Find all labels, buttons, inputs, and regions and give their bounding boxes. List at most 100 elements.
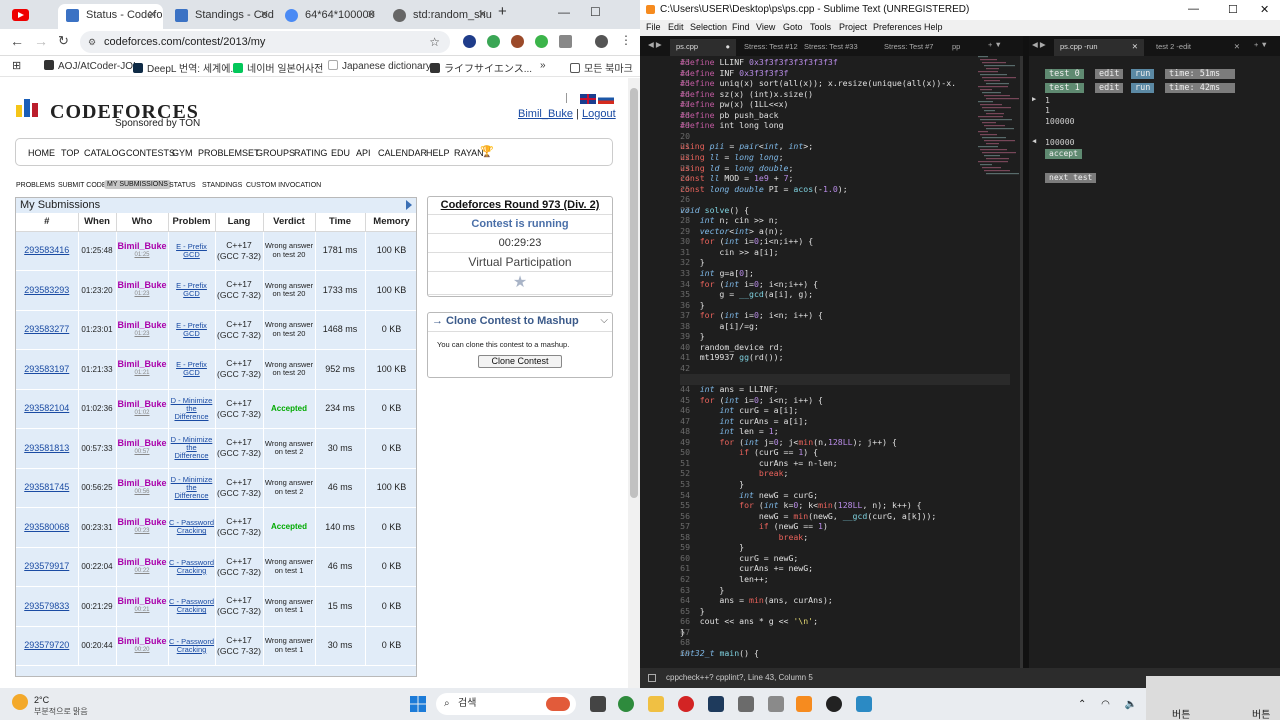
media-player-icon[interactable] <box>678 696 694 712</box>
column-header[interactable]: Problem <box>168 213 216 232</box>
menu-preferences[interactable]: Preferences <box>873 22 922 32</box>
menu-problemset[interactable]: PROBLEMSET <box>198 148 260 158</box>
menu-contests[interactable]: CONTESTS <box>126 148 175 158</box>
author-handle[interactable]: Bimil_Buke <box>117 557 166 567</box>
menu-project[interactable]: Project <box>839 22 867 32</box>
submission-id-link[interactable]: 293580068 <box>16 507 79 548</box>
menu-view[interactable]: View <box>756 22 775 32</box>
contest-title-link[interactable]: Codeforces Round 973 (Div. 2) <box>428 197 612 215</box>
bookmark-item[interactable]: Japanese dictionary... <box>328 60 439 72</box>
menu-file[interactable]: File <box>646 22 661 32</box>
reload-icon[interactable]: ↻ <box>58 33 69 49</box>
logout-link[interactable]: Logout <box>582 108 616 120</box>
author-handle[interactable]: Bimil_Buke <box>117 517 166 527</box>
app-icon[interactable] <box>738 696 754 712</box>
close-tab-icon[interactable]: ✕ <box>148 4 157 26</box>
problem-link[interactable]: C - Password Cracking <box>168 586 216 627</box>
wifi-icon[interactable]: ◠ <box>1101 699 1110 710</box>
test-0-edit-button[interactable]: edit <box>1095 69 1124 79</box>
problem-link[interactable]: E - Prefix GCD <box>168 349 216 390</box>
submission-id-link[interactable]: 293583416 <box>16 231 79 271</box>
sublime-taskbar-icon[interactable] <box>796 696 812 712</box>
app-icon[interactable] <box>708 696 724 712</box>
more-menu-icon[interactable]: ⋮ <box>620 33 632 47</box>
menu-home[interactable]: HOME <box>28 148 55 158</box>
close-tab-icon[interactable]: ✕ <box>1132 39 1138 54</box>
column-header[interactable]: Verdict <box>263 213 316 232</box>
submission-author[interactable]: Bimil_Buke 00:21 <box>116 586 169 627</box>
menu-help[interactable]: Help <box>924 22 943 32</box>
test-1-edit-button[interactable]: edit <box>1095 83 1124 93</box>
author-handle[interactable]: Bimil_Buke <box>117 636 166 646</box>
menu-top[interactable]: TOP <box>61 148 79 158</box>
author-handle[interactable]: Bimil_Buke <box>117 280 166 290</box>
code-editor[interactable]: #define LLINF 0x3f3f3f3f3f3f3f3f #define … <box>680 56 1010 668</box>
author-handle[interactable]: Bimil_Buke <box>117 359 166 369</box>
submission-author[interactable]: Bimil_Buke 00:23 <box>116 507 169 548</box>
menu-catalog[interactable]: CATALOG <box>84 148 126 158</box>
add-tab-icon[interactable]: + ▼ <box>988 40 1002 49</box>
tab-scroll-arrows-icon[interactable]: ◀ ▶ <box>648 40 662 49</box>
bookmark-item[interactable]: DeepL 번역: 세계에... <box>133 60 239 75</box>
tab-stress-7[interactable]: Stress: Test #7 <box>878 39 938 56</box>
test-1-label[interactable]: test 1 <box>1045 83 1084 93</box>
close-button[interactable]: ✕ <box>1260 3 1269 16</box>
menu-edit[interactable]: Edit <box>668 22 684 32</box>
next-test-button[interactable]: next test <box>1045 173 1097 183</box>
bookmark-item[interactable]: AOJ/AtCoder-JOI <box>44 60 136 72</box>
submission-author[interactable]: Bimil_Buke 00:57 <box>116 428 169 469</box>
column-header[interactable]: Memory <box>365 213 416 232</box>
close-tab-icon[interactable]: ✕ <box>478 4 487 26</box>
app-icon[interactable] <box>768 696 784 712</box>
tab-scroll-arrows-icon[interactable]: ◀ ▶ <box>1032 40 1046 49</box>
submenu-standings[interactable]: STANDINGS <box>202 182 242 189</box>
tab-test-2-edit[interactable]: test 2 -edit ✕ <box>1150 39 1246 56</box>
submission-author[interactable]: Bimil_Buke 00:56 <box>116 468 169 508</box>
submenu-submit-code[interactable]: SUBMIT CODE <box>58 182 107 189</box>
column-header[interactable]: Lang <box>215 213 264 232</box>
column-header[interactable]: Who <box>116 213 169 232</box>
minimize-button[interactable]: — <box>1188 3 1199 15</box>
user-handle-link[interactable]: Bimil_Buke <box>518 108 573 120</box>
close-tab-icon[interactable]: ✕ <box>260 4 269 26</box>
forward-icon[interactable]: → <box>34 33 48 49</box>
submission-id-link[interactable]: 293579833 <box>16 586 79 627</box>
test-1-run-button[interactable]: run <box>1131 83 1155 93</box>
extension-icon[interactable] <box>511 35 524 48</box>
author-handle[interactable]: Bimil_Buke <box>117 478 166 488</box>
overlay-button[interactable]: 버튼 <box>1172 706 1190 720</box>
favorite-star-icon[interactable]: ★ <box>428 273 612 295</box>
extension-icon[interactable] <box>463 35 476 48</box>
column-header[interactable]: When <box>78 213 117 232</box>
tab-std-random[interactable]: std:random_shu ✕ <box>385 4 493 29</box>
site-info-icon[interactable]: ⚙ <box>88 31 96 53</box>
author-handle[interactable]: Bimil_Buke <box>117 320 166 330</box>
clone-contest-button[interactable]: Clone Contest <box>478 355 562 368</box>
file-explorer-icon[interactable] <box>648 696 664 712</box>
tab-stress-33[interactable]: Stress: Test #33 <box>798 39 866 56</box>
problem-link[interactable]: D - Minimize the Difference <box>168 428 216 469</box>
task-view-icon[interactable] <box>590 696 606 712</box>
tab-stress-12[interactable]: Stress: Test #12 <box>738 39 806 56</box>
submenu-problems[interactable]: PROBLEMS <box>16 182 55 189</box>
column-header[interactable]: Time <box>315 213 366 232</box>
close-tab-icon[interactable]: ✕ <box>367 4 376 26</box>
menu-find[interactable]: Find <box>732 22 750 32</box>
menu-goto[interactable]: Goto <box>783 22 803 32</box>
bookmark-item[interactable]: 네이버 일본어사전 <box>233 60 323 75</box>
problem-link[interactable]: D - Minimize the Difference <box>168 468 216 508</box>
author-handle[interactable]: Bimil_Buke <box>117 399 166 409</box>
overlay-button[interactable]: 버튼 <box>1252 706 1270 720</box>
extension-icon[interactable] <box>487 35 500 48</box>
menu-edu[interactable]: EDU <box>331 148 350 158</box>
submenu-status[interactable]: STATUS <box>169 182 196 189</box>
submission-id-link[interactable]: 293581813 <box>16 428 79 469</box>
submission-author[interactable]: Bimil_Buke 00:22 <box>116 547 169 587</box>
tray-overflow-icon[interactable]: ⌃ <box>1078 699 1086 710</box>
bookmark-star-icon[interactable]: ☆ <box>429 31 440 53</box>
minimap[interactable] <box>978 56 1023 186</box>
submission-id-link[interactable]: 293583197 <box>16 349 79 390</box>
fold-arrow-icon[interactable]: ◀ <box>1032 137 1036 145</box>
chevron-down-icon[interactable]: ⌵ <box>600 315 608 326</box>
submission-author[interactable]: Bimil_Buke 00:20 <box>116 626 169 666</box>
